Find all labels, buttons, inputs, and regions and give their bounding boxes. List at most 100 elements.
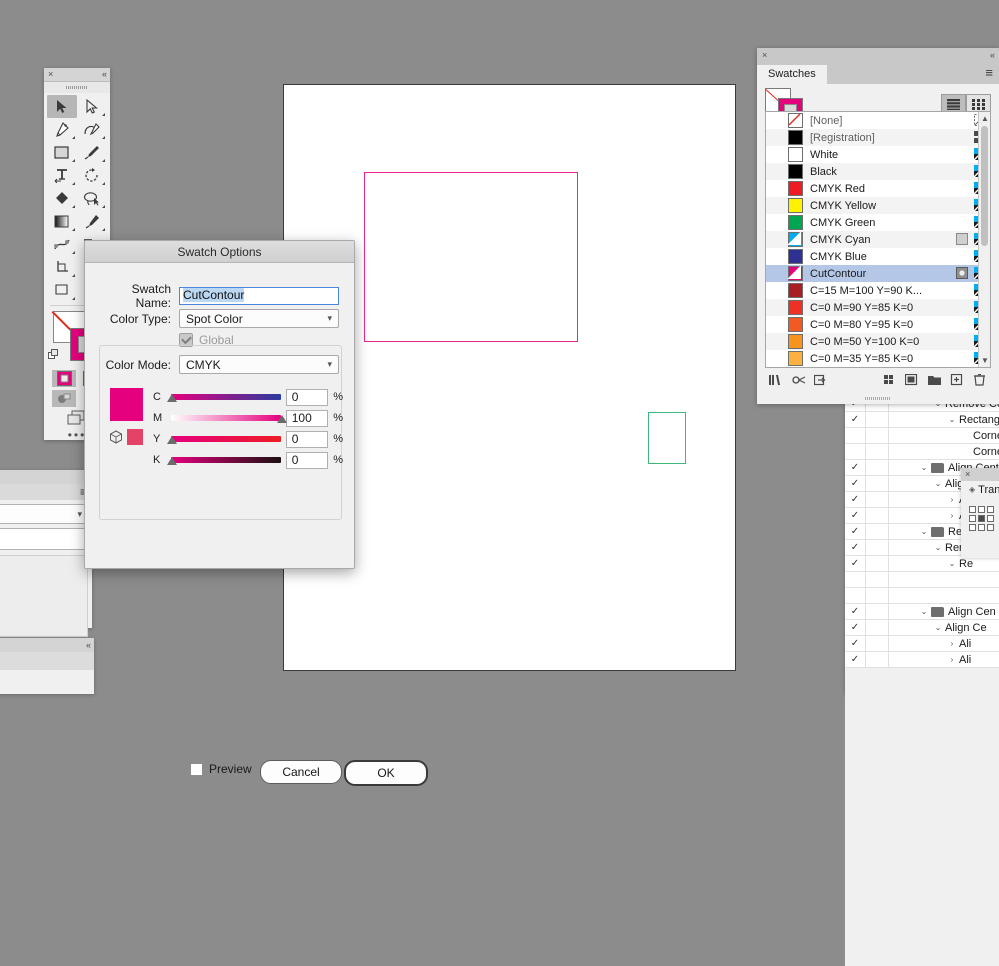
type-tool[interactable]	[47, 164, 77, 187]
new-color-group-button[interactable]	[924, 371, 947, 389]
close-icon[interactable]: ×	[762, 51, 767, 60]
slider-track-k[interactable]	[166, 452, 281, 468]
swatch-color-chip[interactable]	[788, 266, 803, 281]
swatch-row[interactable]: White	[766, 146, 990, 163]
actions-row[interactable]: ✓ ›Ali	[845, 652, 999, 668]
selection-tool[interactable]	[47, 95, 77, 118]
slider-track-c[interactable]	[166, 389, 281, 405]
rotate-tool[interactable]	[77, 164, 107, 187]
action-twisty-icon[interactable]: ›	[945, 655, 959, 664]
scroll-down-icon[interactable]: ▼	[981, 356, 989, 365]
bottom-left-panel-body[interactable]	[0, 555, 88, 637]
swatch-row[interactable]: CMYK Green	[766, 214, 990, 231]
action-twisty-icon[interactable]: ⌄	[917, 607, 931, 616]
action-dialog-toggle[interactable]	[865, 636, 889, 651]
curvature-tool[interactable]	[77, 118, 107, 141]
action-checkbox[interactable]: ✓	[845, 526, 865, 537]
action-checkbox[interactable]: ✓	[845, 478, 865, 489]
swatch-color-chip[interactable]	[788, 130, 803, 145]
action-twisty-icon[interactable]: ⌄	[931, 543, 945, 552]
action-twisty-icon[interactable]: ⌄	[931, 479, 945, 488]
swatch-color-chip[interactable]	[788, 215, 803, 230]
bottom-left-panel-2[interactable]: «	[0, 638, 94, 694]
action-dialog-toggle[interactable]	[865, 620, 889, 635]
swatch-row[interactable]: C=0 M=90 Y=85 K=0	[766, 299, 990, 316]
swatch-color-chip[interactable]	[788, 351, 803, 366]
ref-pt-mc[interactable]	[978, 515, 985, 522]
action-twisty-icon[interactable]: ⌄	[931, 623, 945, 632]
action-checkbox[interactable]: ✓	[845, 606, 865, 617]
ref-pt-tl[interactable]	[969, 506, 976, 513]
action-checkbox[interactable]: ✓	[845, 414, 865, 425]
action-twisty-icon[interactable]: ›	[945, 639, 959, 648]
swatches-scrollbar[interactable]: ▲ ▼	[978, 112, 990, 367]
action-dialog-toggle[interactable]	[865, 412, 889, 427]
action-twisty-icon[interactable]: ›	[945, 511, 959, 520]
swatch-color-chip[interactable]	[788, 232, 803, 247]
tab-swatches[interactable]: Swatches	[757, 65, 827, 84]
swatch-row[interactable]: CMYK Cyan	[766, 231, 990, 248]
draw-normal-button[interactable]	[52, 390, 76, 407]
action-checkbox[interactable]: ✓	[845, 638, 865, 649]
fill-color-mode-button[interactable]	[52, 370, 76, 387]
close-icon[interactable]: ×	[965, 470, 970, 479]
preview-checkbox[interactable]	[190, 762, 203, 776]
swatch-row[interactable]: CMYK Red	[766, 180, 990, 197]
ref-pt-mr[interactable]	[987, 515, 994, 522]
free-transform-tool[interactable]	[47, 279, 77, 302]
reference-point-grid[interactable]	[969, 506, 999, 531]
slider-track-m[interactable]	[167, 410, 287, 426]
ref-pt-br[interactable]	[987, 524, 994, 531]
slider-value-c[interactable]: 0	[285, 388, 329, 406]
add-to-library-button[interactable]	[810, 371, 833, 389]
swatch-row[interactable]: C=0 M=80 Y=95 K=0	[766, 316, 990, 333]
paintbrush-tool[interactable]	[77, 141, 107, 164]
actions-row[interactable]: Corner	[845, 444, 999, 460]
swatch-row[interactable]: C=0 M=35 Y=85 K=0	[766, 350, 990, 367]
scrollbar-thumb[interactable]	[981, 126, 988, 246]
swatch-options-button[interactable]	[901, 371, 924, 389]
action-checkbox[interactable]: ✓	[845, 494, 865, 505]
close-icon[interactable]: ×	[48, 70, 53, 79]
show-swatch-kinds-button[interactable]	[879, 371, 902, 389]
cancel-button[interactable]: Cancel	[260, 760, 342, 784]
delete-swatch-button[interactable]	[969, 371, 992, 389]
slider-value-y[interactable]: 0	[285, 430, 329, 448]
artboard-tool[interactable]	[47, 256, 77, 279]
panel-resize-grip[interactable]	[757, 394, 999, 403]
slider-row-m[interactable]: M 100%	[153, 409, 343, 427]
swatch-color-chip[interactable]	[788, 181, 803, 196]
action-dialog-toggle[interactable]	[865, 604, 889, 619]
actions-row[interactable]: ✓ ⌄Align Ce	[845, 620, 999, 636]
swatch-color-chip[interactable]	[788, 113, 803, 128]
bottom-left-dropdown[interactable]: ▾	[0, 504, 88, 524]
actions-row[interactable]: ✓ ⌄Rectangle Sh	[845, 412, 999, 428]
green-rectangle[interactable]	[648, 412, 686, 464]
actions-row[interactable]: Corner:	[845, 428, 999, 444]
action-dialog-toggle[interactable]	[865, 444, 889, 459]
action-checkbox[interactable]: ✓	[845, 462, 865, 473]
swatch-row[interactable]: CutContour	[766, 265, 990, 282]
out-of-gamut-cube-icon[interactable]	[109, 430, 123, 444]
rectangle-tool[interactable]	[47, 141, 77, 164]
action-checkbox[interactable]: ✓	[845, 654, 865, 665]
action-twisty-icon[interactable]: ⌄	[917, 463, 931, 472]
action-twisty-icon[interactable]: ⌄	[945, 415, 959, 424]
swatch-color-chip[interactable]	[788, 334, 803, 349]
swatch-name-input[interactable]: CutContour	[179, 287, 339, 305]
actions-row[interactable]: ✓ ›Ali	[845, 636, 999, 652]
color-group-link-button[interactable]	[788, 371, 811, 389]
swatch-row[interactable]: CMYK Yellow	[766, 197, 990, 214]
action-dialog-toggle[interactable]	[865, 524, 889, 539]
swatch-row[interactable]: Black	[766, 163, 990, 180]
action-dialog-toggle[interactable]	[865, 540, 889, 555]
eyedropper-tool[interactable]	[77, 210, 107, 233]
swatch-color-chip[interactable]	[788, 283, 803, 298]
swatch-color-chip[interactable]	[788, 147, 803, 162]
pen-tool[interactable]	[47, 118, 77, 141]
color-mode-select[interactable]: CMYK ▾	[179, 355, 339, 374]
in-gamut-proof-swatch[interactable]	[127, 429, 143, 445]
preview-checkbox-row[interactable]: Preview	[190, 762, 252, 776]
magenta-cut-contour-rectangle[interactable]	[364, 172, 578, 342]
blend-tool[interactable]	[47, 233, 77, 256]
